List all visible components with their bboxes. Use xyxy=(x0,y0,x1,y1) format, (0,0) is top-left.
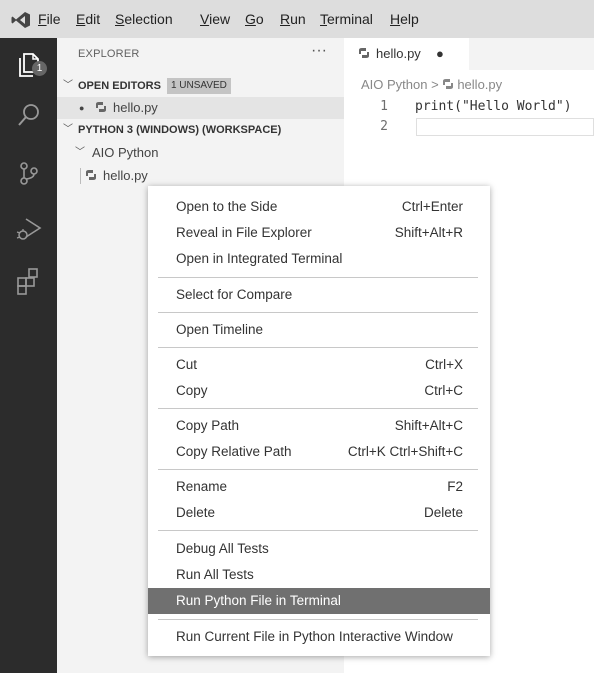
menu-bar: File Edit Selection View Go Run Terminal… xyxy=(0,0,594,38)
tree-indent-guide xyxy=(80,168,81,184)
menu-view[interactable]: View xyxy=(200,11,230,27)
explorer-title: EXPLORER xyxy=(78,48,140,60)
shortcut: Ctrl+C xyxy=(424,383,463,398)
menu-item-delete[interactable]: Delete Delete xyxy=(148,500,490,526)
menu-item-debug-all-tests[interactable]: Debug All Tests xyxy=(148,536,490,562)
menu-go[interactable]: Go xyxy=(245,11,264,27)
code-line[interactable]: 1 print("Hello World") xyxy=(344,97,594,117)
python-file-icon xyxy=(96,102,106,112)
tab-hello-py[interactable]: hello.py ● xyxy=(344,38,469,70)
menu-item-label: Cut xyxy=(176,357,198,372)
menu-item-label: Debug All Tests xyxy=(176,541,269,556)
python-file-icon xyxy=(359,48,369,58)
menu-item-run-current-file-in-python-interactive-window[interactable]: Run Current File in Python Interactive W… xyxy=(148,624,490,650)
open-editors-label: OPEN EDITORS 1 UNSAVED xyxy=(78,75,231,97)
shortcut: F2 xyxy=(447,479,463,494)
folder-label: AIO Python xyxy=(92,145,159,160)
workspace-label: PYTHON 3 (WINDOWS) (WORKSPACE) xyxy=(78,124,282,136)
breadcrumb-folder[interactable]: AIO Python xyxy=(361,77,427,92)
python-file-icon xyxy=(86,170,96,180)
menu-item-copy[interactable]: Copy Ctrl+C xyxy=(148,378,490,404)
shortcut: Shift+Alt+C xyxy=(394,418,463,433)
menu-selection[interactable]: Selection xyxy=(115,11,173,27)
breadcrumb: AIO Python > hello.py xyxy=(361,77,502,92)
more-actions-button[interactable]: ··· xyxy=(311,42,327,60)
code-text[interactable]: print("Hello World") xyxy=(415,97,572,117)
chevron-down-icon: ﹀ xyxy=(63,80,73,91)
file-label: hello.py xyxy=(103,168,148,183)
menu-item-label: Run All Tests xyxy=(176,567,254,582)
menu-item-label: Reveal in File Explorer xyxy=(176,225,312,240)
menu-separator xyxy=(158,312,478,313)
menu-separator xyxy=(158,469,478,470)
vscode-logo-icon xyxy=(11,12,30,28)
chevron-down-icon: ﹀ xyxy=(75,147,85,158)
chevron-down-icon: ﹀ xyxy=(63,124,73,135)
menu-item-label: Run Current File in Python Interactive W… xyxy=(176,629,453,644)
context-menu: Open to the Side Ctrl+Enter Reveal in Fil… xyxy=(148,186,490,656)
menu-item-select-for-compare[interactable]: Select for Compare xyxy=(148,282,490,308)
menu-help[interactable]: Help xyxy=(390,11,419,27)
menu-item-label: Rename xyxy=(176,479,228,494)
menu-separator xyxy=(158,347,478,348)
menu-run[interactable]: Run xyxy=(280,11,306,27)
menu-item-copy-relative-path[interactable]: Copy Relative Path Ctrl+K Ctrl+Shift+C xyxy=(148,439,490,465)
python-file-icon xyxy=(443,79,454,89)
search-icon[interactable] xyxy=(14,100,44,130)
shortcut: Ctrl+K Ctrl+Shift+C xyxy=(347,444,463,459)
workspace-header[interactable]: ﹀ PYTHON 3 (WINDOWS) (WORKSPACE) xyxy=(57,119,344,141)
menu-item-run-python-file-in-terminal[interactable]: Run Python File in Terminal xyxy=(148,588,490,614)
folder-item[interactable]: ﹀ AIO Python xyxy=(57,142,344,164)
code-line[interactable]: 2 xyxy=(344,117,594,137)
unsaved-badge: 1 UNSAVED xyxy=(166,78,231,94)
activity-bar: 1 xyxy=(0,38,57,673)
menu-item-cut[interactable]: Cut Ctrl+X xyxy=(148,352,490,378)
breadcrumb-separator: > xyxy=(431,77,439,92)
menu-item-label: Open in Integrated Terminal xyxy=(176,251,343,266)
unsaved-dot-icon[interactable]: ● xyxy=(436,38,444,70)
menu-item-open-timeline[interactable]: Open Timeline xyxy=(148,317,490,343)
explorer-badge: 1 xyxy=(32,61,47,76)
menu-item-open-to-the-side[interactable]: Open to the Side Ctrl+Enter xyxy=(148,194,490,220)
menu-item-label: Copy Path xyxy=(176,418,240,433)
open-editors-header[interactable]: ﹀ OPEN EDITORS 1 UNSAVED xyxy=(57,75,344,97)
menu-item-label: Copy xyxy=(176,383,208,398)
file-item[interactable]: hello.py xyxy=(57,165,344,187)
menu-separator xyxy=(158,408,478,409)
menu-item-label: Copy Relative Path xyxy=(176,444,292,459)
menu-edit[interactable]: Edit xyxy=(76,11,100,27)
menu-item-reveal-in-file-explorer[interactable]: Reveal in File Explorer Shift+Alt+R xyxy=(148,220,490,246)
menu-item-open-in-integrated-terminal[interactable]: Open in Integrated Terminal xyxy=(148,246,490,272)
menu-terminal[interactable]: Terminal xyxy=(320,11,373,27)
menu-item-run-all-tests[interactable]: Run All Tests xyxy=(148,562,490,588)
line-number: 1 xyxy=(380,99,388,114)
unsaved-dot-icon: ● xyxy=(79,103,85,113)
line-number: 2 xyxy=(380,119,388,134)
breadcrumb-file[interactable]: hello.py xyxy=(457,77,502,92)
menu-item-copy-path[interactable]: Copy Path Shift+Alt+C xyxy=(148,413,490,439)
tab-bar: hello.py ● xyxy=(344,38,594,70)
open-editor-filename: hello.py xyxy=(113,100,158,115)
menu-item-label: Open to the Side xyxy=(176,199,278,214)
open-editor-item[interactable]: ● hello.py xyxy=(57,97,344,119)
shortcut: Ctrl+X xyxy=(425,357,463,372)
shortcut: Delete xyxy=(423,505,463,520)
menu-item-rename[interactable]: Rename F2 xyxy=(148,474,490,500)
menu-separator xyxy=(158,277,478,278)
source-control-icon[interactable] xyxy=(14,158,44,188)
extensions-icon[interactable] xyxy=(14,266,44,296)
shortcut: Ctrl+Enter xyxy=(401,199,463,214)
menu-file[interactable]: File xyxy=(38,11,61,27)
menu-item-label: Run Python File in Terminal xyxy=(176,593,341,608)
run-debug-icon[interactable] xyxy=(14,214,44,244)
shortcut: Shift+Alt+R xyxy=(394,225,463,240)
menu-item-label: Delete xyxy=(176,505,216,520)
menu-separator xyxy=(158,530,478,531)
menu-item-label: Select for Compare xyxy=(176,287,293,302)
menu-separator xyxy=(158,619,478,620)
menu-item-label: Open Timeline xyxy=(176,322,264,337)
tab-label: hello.py xyxy=(376,46,421,61)
